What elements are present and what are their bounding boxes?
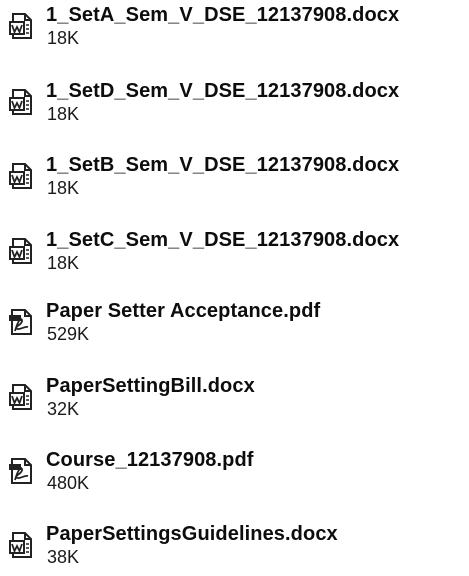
file-size: 18K	[47, 28, 80, 48]
file-size: 480K	[47, 473, 90, 493]
file-size: 18K	[47, 104, 80, 124]
file-size: 18K	[47, 178, 80, 198]
word-doc-icon	[6, 382, 36, 412]
pdf-icon	[6, 307, 36, 337]
word-doc-icon	[6, 236, 36, 266]
file-name[interactable]: PaperSettingsGuidelines.docx	[46, 522, 338, 546]
word-doc-icon	[6, 530, 36, 560]
file-name[interactable]: Course_12137908.pdf	[46, 448, 254, 472]
file-name[interactable]: 1_SetC_Sem_V_DSE_12137908.docx	[46, 228, 399, 252]
file-size: 529K	[47, 324, 90, 344]
file-item-setc-docx[interactable]: 1_SetC_Sem_V_DSE_12137908.docx 18K	[0, 228, 469, 292]
file-item-paper-settings-guidelines-docx[interactable]: PaperSettingsGuidelines.docx 38K	[0, 522, 469, 576]
word-doc-icon	[6, 161, 36, 191]
file-size: 18K	[47, 253, 80, 273]
file-name[interactable]: 1_SetD_Sem_V_DSE_12137908.docx	[46, 79, 399, 103]
file-size: 32K	[47, 399, 80, 419]
file-name[interactable]: 1_SetA_Sem_V_DSE_12137908.docx	[46, 3, 399, 27]
word-doc-icon	[6, 11, 36, 41]
file-item-course-pdf[interactable]: Course_12137908.pdf 480K	[0, 448, 469, 512]
file-item-paper-setter-acceptance-pdf[interactable]: Paper Setter Acceptance.pdf 529K	[0, 299, 469, 363]
file-item-paper-setting-bill-docx[interactable]: PaperSettingBill.docx 32K	[0, 374, 469, 438]
word-doc-icon	[6, 87, 36, 117]
file-item-setb-docx[interactable]: 1_SetB_Sem_V_DSE_12137908.docx 18K	[0, 153, 469, 217]
file-name[interactable]: PaperSettingBill.docx	[46, 374, 255, 398]
file-name[interactable]: 1_SetB_Sem_V_DSE_12137908.docx	[46, 153, 399, 177]
attachment-list: 1_SetA_Sem_V_DSE_12137908.docx 18K 1_Set…	[0, 0, 469, 576]
pdf-icon	[6, 456, 36, 486]
file-item-seta-docx[interactable]: 1_SetA_Sem_V_DSE_12137908.docx 18K	[0, 3, 469, 67]
file-size: 38K	[47, 547, 80, 567]
file-name[interactable]: Paper Setter Acceptance.pdf	[46, 299, 320, 323]
file-item-setd-docx[interactable]: 1_SetD_Sem_V_DSE_12137908.docx 18K	[0, 79, 469, 143]
